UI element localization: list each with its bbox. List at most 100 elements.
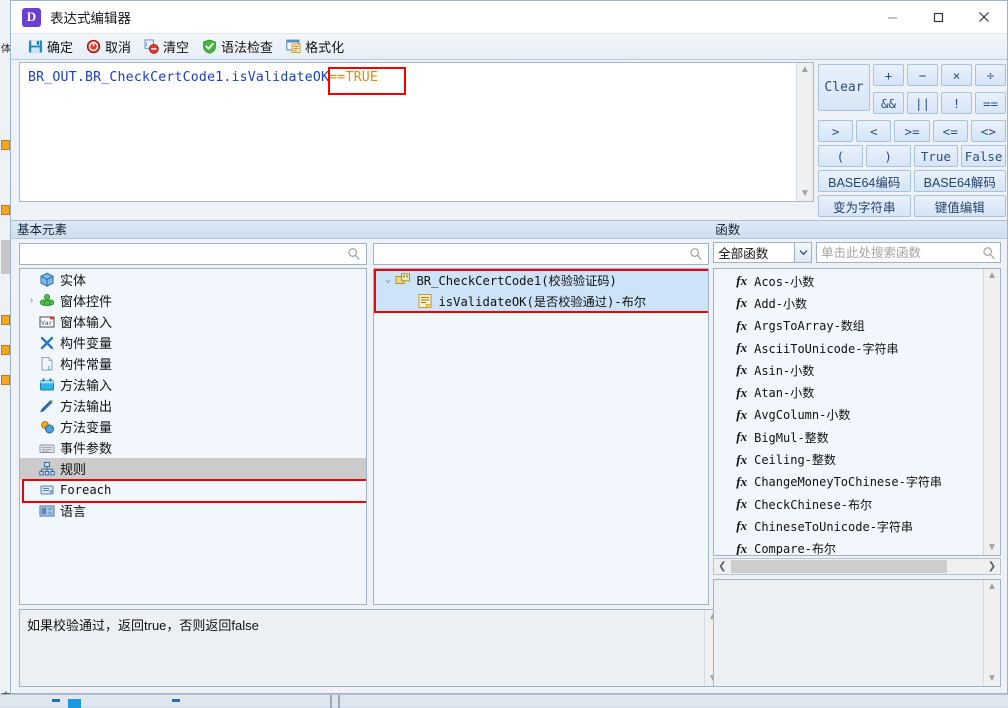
- function-list-item[interactable]: fx AvgColumn-小数: [714, 404, 983, 426]
- basic-element-item-10[interactable]: Foreach: [20, 479, 366, 500]
- basic-element-item-8[interactable]: 事件参数: [20, 437, 366, 458]
- function-list-scrollbar[interactable]: ▲ ▼: [983, 269, 1000, 555]
- function-list-item[interactable]: fx AsciiToUnicode-字符串: [714, 337, 983, 359]
- function-list-item[interactable]: fx ArgsToArray-数组: [714, 315, 983, 337]
- scroll-down-icon[interactable]: ▼: [800, 189, 810, 199]
- op-less-equal-button[interactable]: <=: [932, 120, 968, 142]
- op-less-button[interactable]: <: [856, 120, 892, 142]
- rule-tree-search[interactable]: [373, 243, 710, 265]
- syntax-check-button[interactable]: 语法检查: [197, 35, 278, 58]
- event-param-icon: [39, 444, 55, 453]
- base64-decode-button[interactable]: BASE64解码: [913, 170, 1006, 192]
- minimize-button[interactable]: [869, 1, 915, 34]
- scroll-up-icon[interactable]: ▲: [800, 65, 810, 75]
- function-category-select[interactable]: 全部函数: [713, 242, 812, 263]
- key-value-edit-button[interactable]: 键值编辑: [913, 195, 1006, 217]
- rule-tree-item-0[interactable]: ⌄ BR_CheckCertCode1(校验验证码): [374, 269, 709, 290]
- op-equals-button[interactable]: ==: [975, 92, 1006, 114]
- scroll-right-icon[interactable]: ❯: [984, 561, 1000, 572]
- basic-element-item-6[interactable]: 方法输出: [20, 395, 366, 416]
- op-not-button[interactable]: !: [941, 92, 972, 114]
- basic-element-label: 事件参数: [60, 441, 113, 456]
- basic-element-item-3[interactable]: 构件变量: [20, 332, 366, 353]
- op-greater-button[interactable]: >: [818, 120, 854, 142]
- op-greater-equal-button[interactable]: >=: [894, 120, 930, 142]
- function-list-container: fx Acos-小数 fx Add-小数 fx ArgsToArray-数组 fx Ascii…: [713, 268, 1001, 556]
- op-close-paren-button[interactable]: ): [865, 145, 911, 167]
- basic-element-item-7[interactable]: 方法变量: [20, 416, 366, 437]
- rule-tree[interactable]: ⌄ BR_CheckCertCode1(校验验证码) isValidateOK(是否…: [373, 268, 710, 605]
- function-list-item[interactable]: fx Asin-小数: [714, 359, 983, 381]
- basic-element-item-5[interactable]: 方法输入: [20, 374, 366, 395]
- function-list-item[interactable]: fx ChangeMoneyToChinese-字符串: [714, 471, 983, 493]
- function-list-item[interactable]: fx Add-小数: [714, 292, 983, 314]
- function-description-scrollbar[interactable]: ▲ ▼: [983, 580, 1000, 686]
- search-icon: [690, 248, 702, 261]
- scroll-up-icon[interactable]: ▲: [987, 582, 997, 592]
- op-minus-button[interactable]: −: [907, 64, 938, 86]
- close-button[interactable]: [961, 1, 1007, 34]
- function-list-item[interactable]: fx Atan-小数: [714, 381, 983, 403]
- function-list-item[interactable]: fx BigMul-整数: [714, 426, 983, 448]
- basic-element-item-2[interactable]: Var 窗体输入: [20, 311, 366, 332]
- scroll-up-icon[interactable]: ▲: [987, 271, 997, 281]
- basic-element-label: 方法输入: [60, 378, 113, 393]
- expression-text[interactable]: BR_OUT.BR_CheckCertCode1.isValidateOK==T…: [20, 63, 796, 201]
- function-search-input[interactable]: [821, 245, 982, 260]
- basic-elements-search[interactable]: [19, 243, 368, 265]
- op-plus-button[interactable]: +: [873, 64, 904, 86]
- expander-icon[interactable]: ⌄: [380, 274, 395, 285]
- op-not-equal-button[interactable]: <>: [970, 120, 1007, 142]
- confirm-button[interactable]: 确定: [23, 35, 78, 58]
- expression-scrollbar[interactable]: ▲ ▼: [796, 63, 813, 201]
- basic-element-item-11[interactable]: 语言: [20, 500, 366, 521]
- tree-panes: 实体 › 窗体控件 Var 窗体输入 构件变量 c 构件常量方法输入方法输出 方法变量事件参数规…: [11, 239, 710, 605]
- function-search[interactable]: [816, 242, 1001, 263]
- op-multiply-button[interactable]: ×: [941, 64, 972, 86]
- format-button[interactable]: 格式化: [281, 35, 349, 58]
- base64-encode-button[interactable]: BASE64编码: [818, 170, 911, 192]
- scroll-down-icon[interactable]: ▼: [987, 674, 997, 684]
- basic-element-item-1[interactable]: › 窗体控件: [20, 290, 366, 311]
- rule-tree-search-input[interactable]: [379, 247, 690, 261]
- op-or-button[interactable]: ||: [907, 92, 938, 114]
- op-and-button[interactable]: &&: [873, 92, 904, 114]
- op-false-button[interactable]: False: [961, 145, 1006, 167]
- basic-element-label: 构件常量: [60, 357, 113, 372]
- function-label: AvgColumn-小数: [754, 408, 851, 423]
- clear-expression-button[interactable]: Clear: [818, 64, 870, 111]
- basic-element-item-4[interactable]: c 构件常量: [20, 353, 366, 374]
- expander-icon[interactable]: ›: [24, 295, 39, 306]
- function-list[interactable]: fx Acos-小数 fx Add-小数 fx ArgsToArray-数组 fx Ascii…: [714, 269, 983, 555]
- basic-element-label: 规则: [60, 462, 87, 477]
- chevron-down-icon[interactable]: [794, 243, 811, 262]
- main-content: 基本元素 实体 › 窗体控件 Var 窗体输入 构件变量 c 构件常量 方法输入 方法输出 方法变量…: [11, 220, 1007, 693]
- confirm-label: 确定: [47, 40, 74, 55]
- foreach-icon: [40, 485, 54, 494]
- to-string-button[interactable]: 变为字符串: [818, 195, 911, 217]
- function-list-item[interactable]: fx CheckChinese-布尔: [714, 493, 983, 515]
- basic-elements-pane: 实体 › 窗体控件 Var 窗体输入 构件变量 c 构件常量方法输入方法输出 方法变量事件参数规…: [19, 243, 368, 605]
- rule-tree-item-1[interactable]: isValidateOK(是否校验通过)-布尔: [374, 290, 709, 311]
- function-list-hscrollbar[interactable]: ❮ ❯: [713, 558, 1001, 575]
- scroll-down-icon[interactable]: ▼: [987, 543, 997, 553]
- expression-editor[interactable]: BR_OUT.BR_CheckCertCode1.isValidateOK==T…: [19, 62, 814, 202]
- basic-elements-search-input[interactable]: [25, 247, 348, 261]
- function-list-item[interactable]: fx Ceiling-整数: [714, 448, 983, 470]
- basic-elements-tree[interactable]: 实体 › 窗体控件 Var 窗体输入 构件变量 c 构件常量方法输入方法输出 方法变量事件参数规…: [19, 268, 368, 605]
- maximize-button[interactable]: [915, 1, 961, 34]
- op-true-button[interactable]: True: [913, 145, 959, 167]
- method-input-icon: [40, 378, 54, 390]
- cancel-button[interactable]: 取消: [81, 35, 136, 58]
- function-list-item[interactable]: fx ChineseToUnicode-字符串: [714, 515, 983, 537]
- basic-element-item-9[interactable]: 规则: [20, 458, 367, 479]
- function-list-item[interactable]: fx Acos-小数: [714, 270, 983, 292]
- scroll-left-icon[interactable]: ❮: [714, 561, 730, 572]
- clear-button[interactable]: I 清空: [139, 35, 194, 58]
- op-divide-button[interactable]: ÷: [975, 64, 1006, 86]
- op-open-paren-button[interactable]: (: [818, 145, 863, 167]
- hscroll-thumb[interactable]: [731, 560, 947, 573]
- language-icon: [39, 505, 55, 516]
- basic-element-item-0[interactable]: 实体: [20, 269, 366, 290]
- function-list-item[interactable]: fx Compare-布尔: [714, 538, 983, 555]
